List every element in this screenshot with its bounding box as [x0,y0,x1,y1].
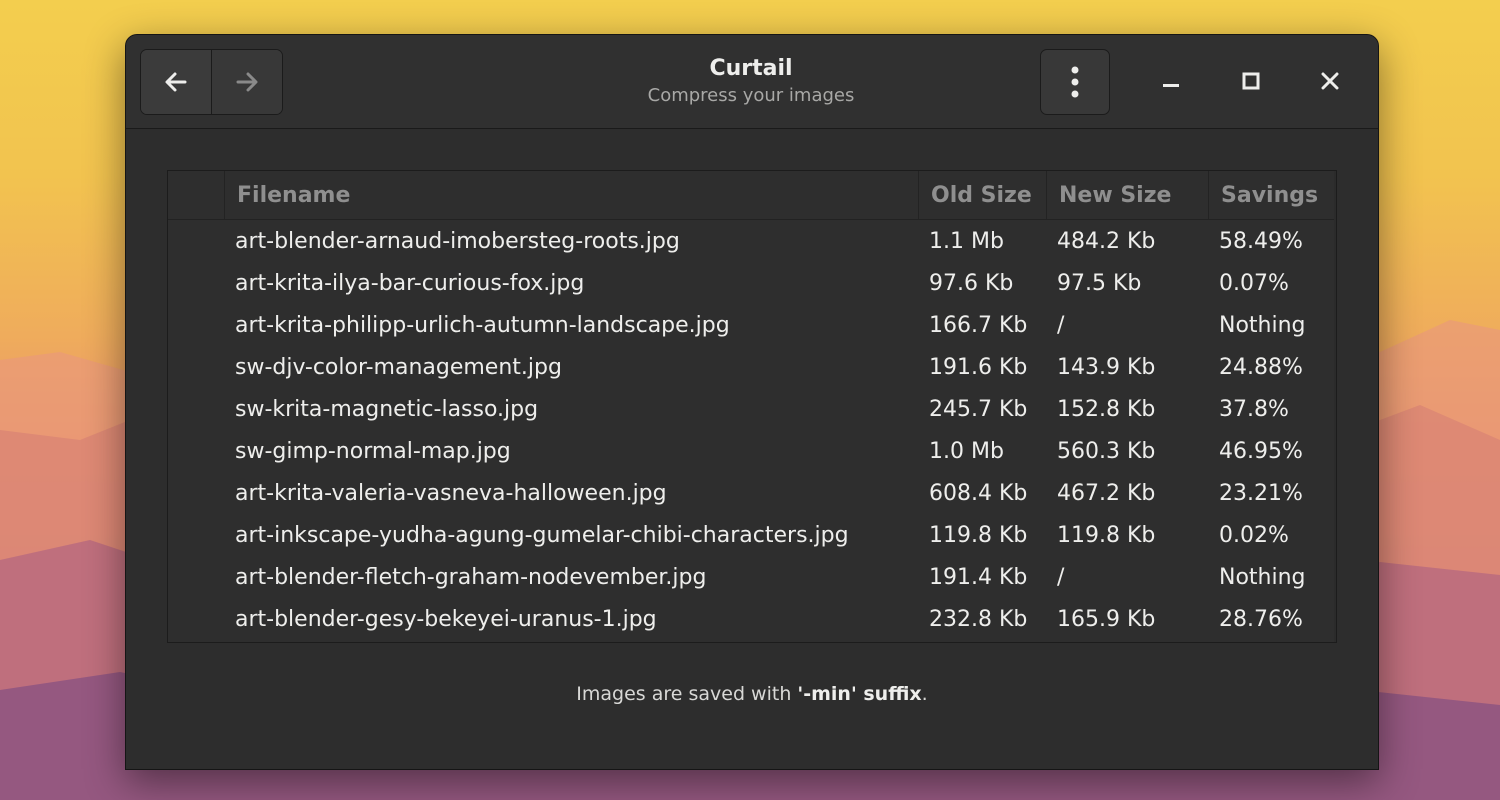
savings-cell: 0.02% [1219,523,1289,548]
table-row[interactable]: art-blender-arnaud-imobersteg-roots.jpg … [168,221,1336,263]
vertical-dots-icon [1071,66,1079,98]
table-row[interactable]: art-krita-ilya-bar-curious-fox.jpg 97.6 … [168,263,1336,305]
table-row[interactable]: art-inkscape-yudha-agung-gumelar-chibi-c… [168,515,1336,557]
table-row[interactable]: art-blender-gesy-bekeyei-uranus-1.jpg 23… [168,599,1336,641]
footer-prefix: Images are saved with [576,683,798,705]
table-row[interactable]: sw-djv-color-management.jpg 191.6 Kb 143… [168,347,1336,389]
close-button[interactable] [1316,67,1344,95]
filename-cell: art-krita-ilya-bar-curious-fox.jpg [235,271,585,296]
filename-cell: sw-djv-color-management.jpg [235,355,562,380]
savings-cell: Nothing [1219,565,1306,590]
filename-cell: art-inkscape-yudha-agung-gumelar-chibi-c… [235,523,849,548]
filename-cell: sw-gimp-normal-map.jpg [235,439,511,464]
savings-cell: 37.8% [1219,397,1289,422]
save-info-text: Images are saved with '-min' suffix. [126,683,1378,705]
old-size-cell: 119.8 Kb [929,523,1028,548]
back-button[interactable] [141,50,212,114]
filename-cell: art-blender-gesy-bekeyei-uranus-1.jpg [235,607,657,632]
new-size-cell: 165.9 Kb [1057,607,1156,632]
table-header: Filename Old Size New Size Savings [168,171,1336,221]
new-size-cell: 560.3 Kb [1057,439,1156,464]
old-size-cell: 1.0 Mb [929,439,1004,464]
table-row[interactable]: sw-gimp-normal-map.jpg 1.0 Mb 560.3 Kb 4… [168,431,1336,473]
savings-cell: 24.88% [1219,355,1303,380]
table-row[interactable]: art-blender-fletch-graham-nodevember.jpg… [168,557,1336,599]
filename-cell: art-blender-arnaud-imobersteg-roots.jpg [235,229,680,254]
savings-cell: 58.49% [1219,229,1303,254]
minimize-icon [1163,84,1179,87]
arrow-right-icon [236,72,258,92]
close-icon [1321,72,1339,90]
old-size-column-header[interactable]: Old Size [919,171,1047,220]
footer-end: . [921,683,928,705]
old-size-cell: 245.7 Kb [929,397,1028,422]
maximize-button[interactable] [1237,67,1265,95]
filename-column-header[interactable]: Filename [225,171,919,220]
savings-cell: 0.07% [1219,271,1289,296]
footer-suffix-bold: '-min' suffix [797,683,922,705]
navigation-group [140,49,283,115]
new-size-cell: 484.2 Kb [1057,229,1156,254]
savings-cell: Nothing [1219,313,1306,338]
old-size-cell: 608.4 Kb [929,481,1028,506]
main-menu-button[interactable] [1040,49,1110,115]
app-window: Curtail Compress your images Filename Ol… [125,34,1379,770]
new-size-cell: 119.8 Kb [1057,523,1156,548]
results-table: Filename Old Size New Size Savings art-b… [167,170,1337,643]
new-size-cell: 97.5 Kb [1057,271,1142,296]
new-size-cell: 467.2 Kb [1057,481,1156,506]
new-size-column-header[interactable]: New Size [1047,171,1209,220]
new-size-cell: 152.8 Kb [1057,397,1156,422]
title-block: Curtail Compress your images [546,55,956,109]
header-bar: Curtail Compress your images [126,35,1378,129]
old-size-cell: 97.6 Kb [929,271,1014,296]
filename-cell: art-krita-philipp-urlich-autumn-landscap… [235,313,730,338]
window-title: Curtail [709,56,793,81]
window-subtitle: Compress your images [647,85,855,106]
filename-cell: art-krita-valeria-vasneva-halloween.jpg [235,481,667,506]
table-scrollbar[interactable] [1334,171,1336,642]
new-size-cell: / [1057,313,1065,338]
savings-column-header[interactable]: Savings [1209,171,1335,220]
status-column-header[interactable] [168,171,225,220]
minimize-button[interactable] [1157,67,1185,95]
savings-cell: 28.76% [1219,607,1303,632]
arrow-left-icon [165,72,187,92]
table-row[interactable]: sw-krita-magnetic-lasso.jpg 245.7 Kb 152… [168,389,1336,431]
filename-cell: art-blender-fletch-graham-nodevember.jpg [235,565,707,590]
maximize-icon [1242,72,1260,90]
old-size-cell: 1.1 Mb [929,229,1004,254]
savings-cell: 23.21% [1219,481,1303,506]
table-row[interactable]: art-krita-philipp-urlich-autumn-landscap… [168,305,1336,347]
filename-cell: sw-krita-magnetic-lasso.jpg [235,397,539,422]
new-size-cell: 143.9 Kb [1057,355,1156,380]
savings-cell: 46.95% [1219,439,1303,464]
forward-button[interactable] [212,50,282,114]
new-size-cell: / [1057,565,1065,590]
table-row[interactable]: art-krita-valeria-vasneva-halloween.jpg … [168,473,1336,515]
old-size-cell: 166.7 Kb [929,313,1028,338]
old-size-cell: 191.6 Kb [929,355,1028,380]
old-size-cell: 191.4 Kb [929,565,1028,590]
old-size-cell: 232.8 Kb [929,607,1028,632]
